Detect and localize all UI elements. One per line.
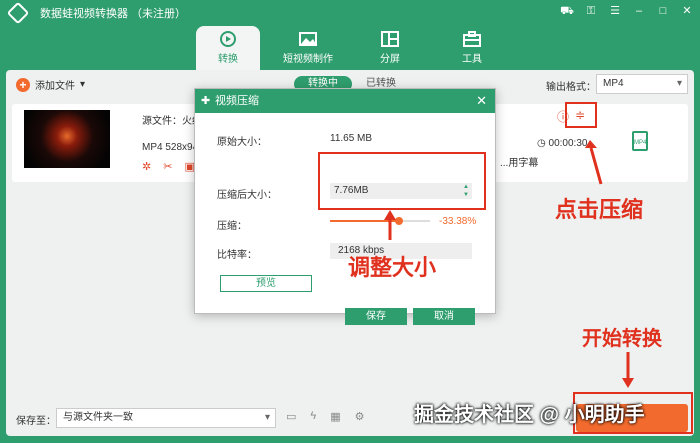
adjust-size-annotation: 调整大小 [348,255,437,280]
click-compress-annotation: 点击压缩 [555,197,644,222]
watermark: 掘金技术社区 @ 小明助手 [414,404,645,426]
start-convert-annotation: 开始转换 [582,328,662,350]
